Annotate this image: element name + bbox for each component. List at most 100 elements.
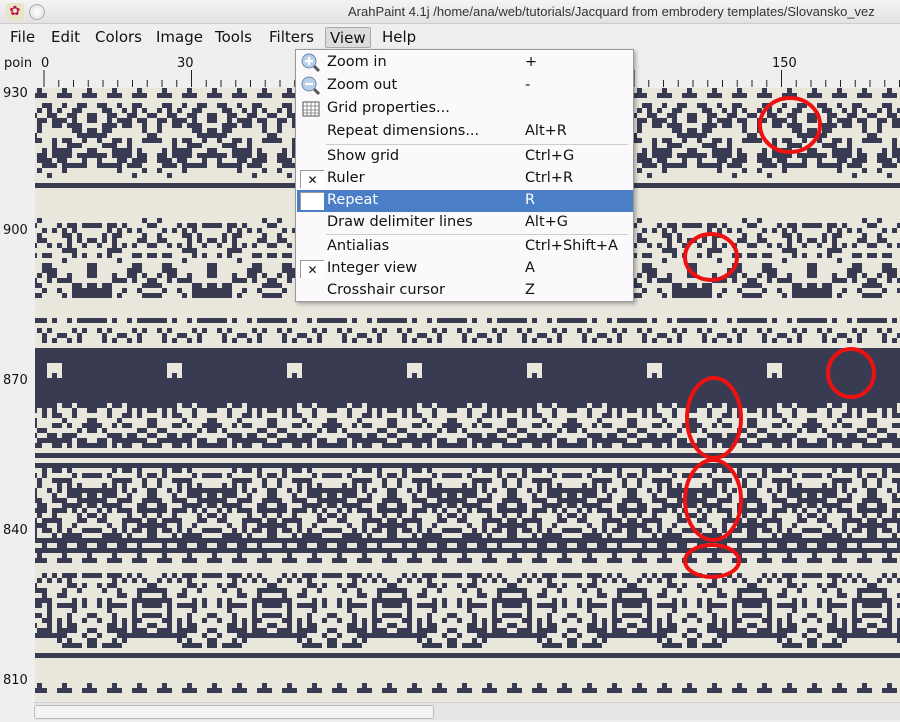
pattern-cell bbox=[57, 498, 62, 503]
pattern-cell bbox=[782, 103, 787, 108]
window-menu-button[interactable] bbox=[29, 4, 45, 20]
pattern-cell bbox=[797, 493, 802, 498]
pattern-cell bbox=[67, 238, 72, 243]
pattern-cell bbox=[872, 278, 877, 283]
pattern-cell bbox=[517, 483, 522, 488]
pattern-cell bbox=[692, 423, 697, 428]
pattern-cell bbox=[747, 518, 752, 523]
pattern-cell bbox=[832, 113, 837, 118]
pattern-cell bbox=[357, 403, 362, 408]
pattern-cell bbox=[732, 328, 737, 333]
pattern-cell bbox=[757, 498, 762, 503]
pattern-cell bbox=[322, 518, 327, 523]
pattern-cell bbox=[122, 423, 127, 428]
pattern-cell bbox=[172, 408, 177, 413]
pattern-cell bbox=[592, 433, 597, 438]
pattern-cell bbox=[542, 403, 547, 408]
pattern-cell bbox=[772, 478, 777, 483]
pattern-cell bbox=[582, 493, 587, 498]
pattern-cell bbox=[322, 403, 327, 408]
pattern-cell bbox=[842, 148, 847, 153]
pattern-cell bbox=[892, 348, 897, 353]
pattern-cell bbox=[797, 543, 802, 548]
pattern-cell bbox=[292, 513, 297, 518]
pattern-cell bbox=[292, 338, 297, 343]
pattern-cell bbox=[247, 273, 252, 278]
pattern-cell bbox=[212, 498, 217, 503]
pattern-cell bbox=[472, 488, 477, 493]
pattern-cell bbox=[67, 443, 72, 448]
pattern-cell bbox=[887, 108, 892, 113]
pattern-cell bbox=[697, 518, 702, 523]
pattern-cell bbox=[157, 503, 162, 508]
pattern-cell bbox=[362, 373, 367, 378]
pattern-cell bbox=[42, 253, 47, 258]
pattern-cell bbox=[212, 403, 217, 408]
pattern-cell bbox=[72, 433, 77, 438]
menu-colors[interactable]: Colors bbox=[91, 27, 146, 48]
pattern-cell bbox=[437, 338, 442, 343]
pattern-cell bbox=[227, 288, 232, 293]
pattern-cell bbox=[492, 518, 497, 523]
pattern-cell bbox=[152, 318, 157, 323]
pattern-cell bbox=[812, 223, 817, 228]
pattern-cell bbox=[357, 333, 362, 338]
pattern-cell bbox=[142, 168, 147, 173]
pattern-cell bbox=[62, 88, 67, 93]
pattern-cell bbox=[312, 493, 317, 498]
pattern-cell bbox=[537, 443, 542, 448]
pattern-cell bbox=[647, 438, 652, 443]
pattern-cell bbox=[262, 123, 267, 128]
pattern-cell bbox=[372, 488, 377, 493]
pattern-cell bbox=[272, 318, 277, 323]
pattern-cell bbox=[877, 218, 882, 223]
pattern-cell bbox=[282, 398, 287, 403]
pattern-cell bbox=[122, 543, 127, 548]
pattern-cell bbox=[252, 363, 257, 368]
pattern-cell bbox=[572, 408, 577, 413]
pattern-cell bbox=[182, 508, 187, 513]
pattern-cell bbox=[812, 528, 817, 533]
pattern-cell bbox=[267, 508, 272, 513]
pattern-cell bbox=[782, 258, 787, 263]
pattern-cell bbox=[827, 493, 832, 498]
pattern-cell bbox=[167, 268, 172, 273]
pattern-cell bbox=[507, 433, 512, 438]
pattern-cell bbox=[642, 408, 647, 413]
pattern-cell bbox=[742, 348, 747, 353]
menu-image[interactable]: Image bbox=[152, 27, 207, 48]
pattern-cell bbox=[767, 273, 772, 278]
pattern-cell bbox=[787, 278, 792, 283]
pattern-cell bbox=[272, 488, 277, 493]
pattern-cell bbox=[92, 493, 97, 498]
menu-edit[interactable]: Edit bbox=[47, 27, 84, 48]
pattern-cell bbox=[702, 438, 707, 443]
pattern-cell bbox=[852, 278, 857, 283]
pattern-cell bbox=[35, 493, 37, 498]
pattern-cell bbox=[642, 153, 647, 158]
menu-filters[interactable]: Filters bbox=[265, 27, 318, 48]
menu-help[interactable]: Help bbox=[378, 27, 420, 48]
pattern-cell bbox=[832, 468, 837, 473]
pattern-cell bbox=[612, 363, 617, 368]
pattern-cell bbox=[817, 223, 822, 228]
menu-tools[interactable]: Tools bbox=[211, 27, 256, 48]
pattern-cell bbox=[87, 288, 92, 293]
pattern-cell bbox=[317, 403, 322, 408]
pattern-cell bbox=[257, 158, 262, 163]
menu-view[interactable]: View bbox=[325, 27, 371, 48]
pattern-cell bbox=[752, 528, 757, 533]
pattern-cell bbox=[517, 443, 522, 448]
pattern-cell bbox=[37, 428, 42, 433]
pattern-cell bbox=[57, 478, 62, 483]
pattern-cell bbox=[777, 423, 782, 428]
pattern-cell bbox=[437, 518, 442, 523]
pattern-cell bbox=[612, 438, 617, 443]
menu-file[interactable]: File bbox=[6, 27, 39, 48]
pattern-cell bbox=[37, 513, 42, 518]
pattern-cell bbox=[152, 518, 157, 523]
pattern-cell bbox=[82, 508, 87, 513]
pattern-cell bbox=[677, 333, 682, 338]
pattern-cell bbox=[507, 508, 512, 513]
pattern-cell bbox=[152, 113, 157, 118]
